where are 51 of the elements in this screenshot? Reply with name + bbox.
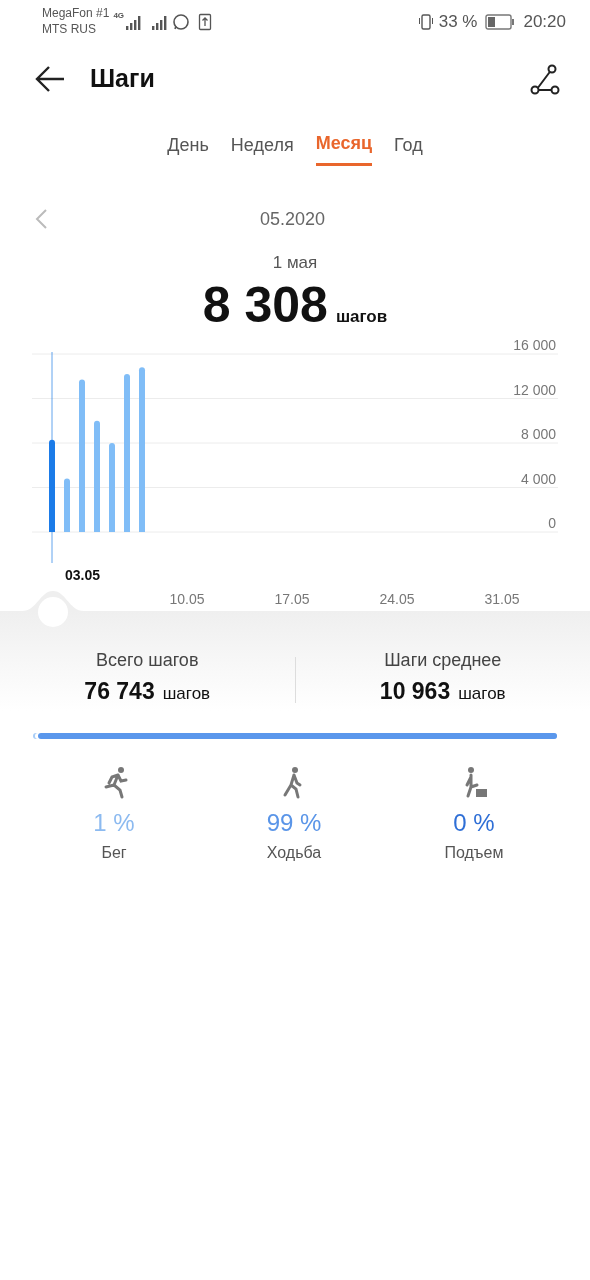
share-icon[interactable] (528, 63, 560, 95)
axis-label: 4 000 (520, 470, 556, 486)
bar[interactable] (139, 366, 145, 532)
carrier-name: MTS RUS (42, 22, 97, 38)
bar[interactable] (49, 439, 55, 532)
axis-label: 0 (548, 514, 556, 531)
activity-label: Подъем (444, 842, 504, 863)
period-tab[interactable]: День (167, 126, 209, 166)
summary-value: 76 743 (84, 676, 155, 706)
network-type: 4G (113, 10, 125, 22)
step-unit: шагов (335, 305, 388, 328)
axis-label: 8 000 (520, 425, 556, 442)
summary-value: 10 963 (379, 676, 451, 706)
axis-label: 31.05 (484, 590, 520, 607)
selected-date: 1 мая (272, 252, 318, 274)
period-tab[interactable]: Неделя (230, 126, 294, 166)
bar[interactable] (124, 373, 130, 532)
summary-unit: шагов (458, 682, 506, 705)
bar[interactable] (79, 379, 85, 532)
summary-label: Шаги среднее (384, 648, 502, 672)
activity-label: Бег (101, 842, 127, 863)
activity-percent: 99 % (266, 807, 322, 838)
chat-icon (172, 13, 191, 31)
period-tab[interactable]: Год (394, 126, 423, 166)
activity-percent: 1 % (93, 807, 135, 838)
bar[interactable] (109, 442, 115, 532)
axis-label: 10.05 (169, 590, 205, 607)
axis-label: 12 000 (513, 381, 556, 397)
upload-icon (198, 13, 213, 31)
chevron-left-icon[interactable] (34, 208, 48, 230)
summary-unit: шагов (162, 682, 211, 705)
bar[interactable] (94, 420, 100, 532)
battery-percent: 33 % (438, 11, 478, 34)
back-arrow-icon[interactable] (34, 65, 66, 93)
battery-icon (485, 14, 516, 30)
signal-icon (124, 13, 143, 31)
summary-label: Всего шагов (96, 648, 199, 672)
axis-label: 16 000 (513, 337, 556, 353)
activity-percent: 0 % (453, 807, 495, 838)
axis-label: 24.05 (379, 590, 415, 607)
activity-label: Ходьба (266, 842, 322, 863)
vibrate-icon (416, 13, 435, 31)
period-label: 05.2020 (260, 207, 326, 231)
cursor-date: 03.05 (65, 566, 101, 583)
signal-icon (150, 13, 169, 31)
page-title: Шаги (90, 63, 155, 95)
axis-label: 17.05 (274, 590, 310, 607)
carrier-name: MegaFon #1 (42, 6, 110, 22)
step-count: 8 308 (202, 279, 328, 330)
clock: 20:20 (523, 11, 566, 34)
bar[interactable] (64, 478, 70, 532)
